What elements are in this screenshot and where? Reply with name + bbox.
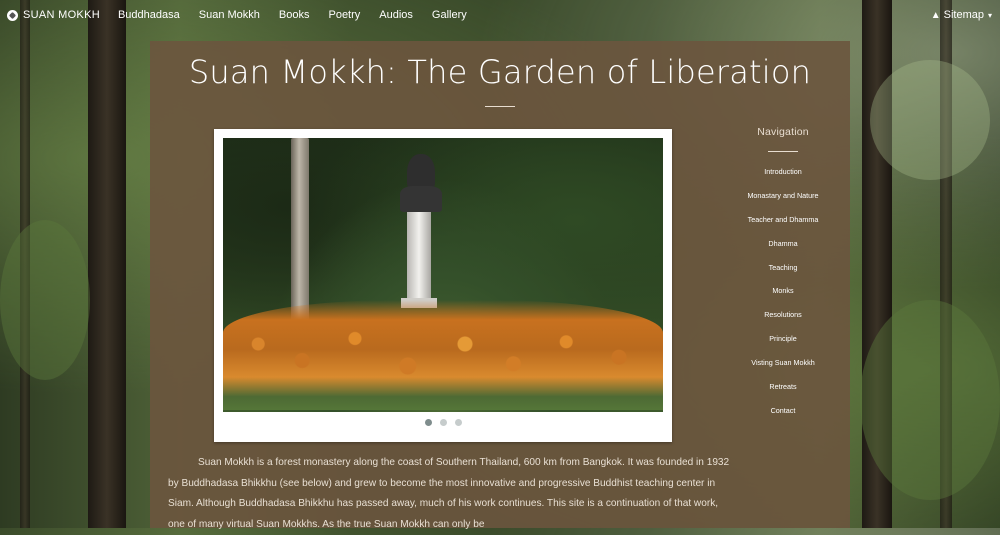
slide-dot-1[interactable] [424,419,432,426]
intro-text: Suan Mokkh is a forest monastery along t… [168,453,734,535]
nav-link-buddhadasa[interactable]: Buddhadasa [118,9,180,21]
slide-dot-2[interactable] [439,419,447,426]
nav-link-gallery[interactable]: Gallery [432,9,467,21]
side-navigation: Navigation Introduction Monastary and Na… [733,126,833,429]
sidenav-title: Navigation [757,126,809,138]
sidenav-item-teacher-and-dhamma[interactable]: Teacher and Dhamma [733,214,833,238]
sitemap-dropdown[interactable]: ▲ Sitemap ▾ [931,9,992,21]
sitemap-icon: ▲ [930,9,941,21]
brand-logo-icon [7,9,18,21]
sidenav-divider [768,151,798,152]
nav-link-suan-mokkh[interactable]: Suan Mokkh [199,9,260,21]
sidenav-item-resolutions[interactable]: Resolutions [733,309,833,333]
top-navbar: SUAN MOKKH Buddhadasa Suan Mokkh Books P… [0,0,1000,30]
brand-link[interactable]: SUAN MOKKH [7,9,100,21]
nav-link-books[interactable]: Books [279,9,310,21]
sitemap-label: Sitemap [943,9,984,21]
slide-indicators [214,419,672,426]
title-divider [485,106,515,107]
nav-links: Buddhadasa Suan Mokkh Books Poetry Audio… [118,9,486,21]
nav-link-poetry[interactable]: Poetry [328,9,360,21]
sidenav-item-introduction[interactable]: Introduction [733,166,833,190]
nav-link-audios[interactable]: Audios [379,9,413,21]
sidenav-item-principle[interactable]: Principle [733,333,833,357]
slide-dot-3[interactable] [454,419,462,426]
page-title: Suan Mokkh: The Garden of Liberation [188,53,812,91]
sidenav-item-dhamma[interactable]: Dhamma [733,238,833,262]
caret-down-icon: ▾ [987,10,992,20]
sidenav-item-contact[interactable]: Contact [733,405,833,429]
brand-name: SUAN MOKKH [23,9,100,21]
sidenav-item-visiting[interactable]: Visting Suan Mokkh [733,357,833,381]
slide-image[interactable] [223,138,663,412]
sidenav-item-monks[interactable]: Monks [733,285,833,309]
intro-paragraph: Suan Mokkh is a forest monastery along t… [168,457,730,530]
sidenav-item-teaching[interactable]: Teaching [733,262,833,286]
slideshow [214,129,672,442]
sidenav-item-retreats[interactable]: Retreats [733,381,833,405]
sidenav-item-monastary-and-nature[interactable]: Monastary and Nature [733,190,833,214]
